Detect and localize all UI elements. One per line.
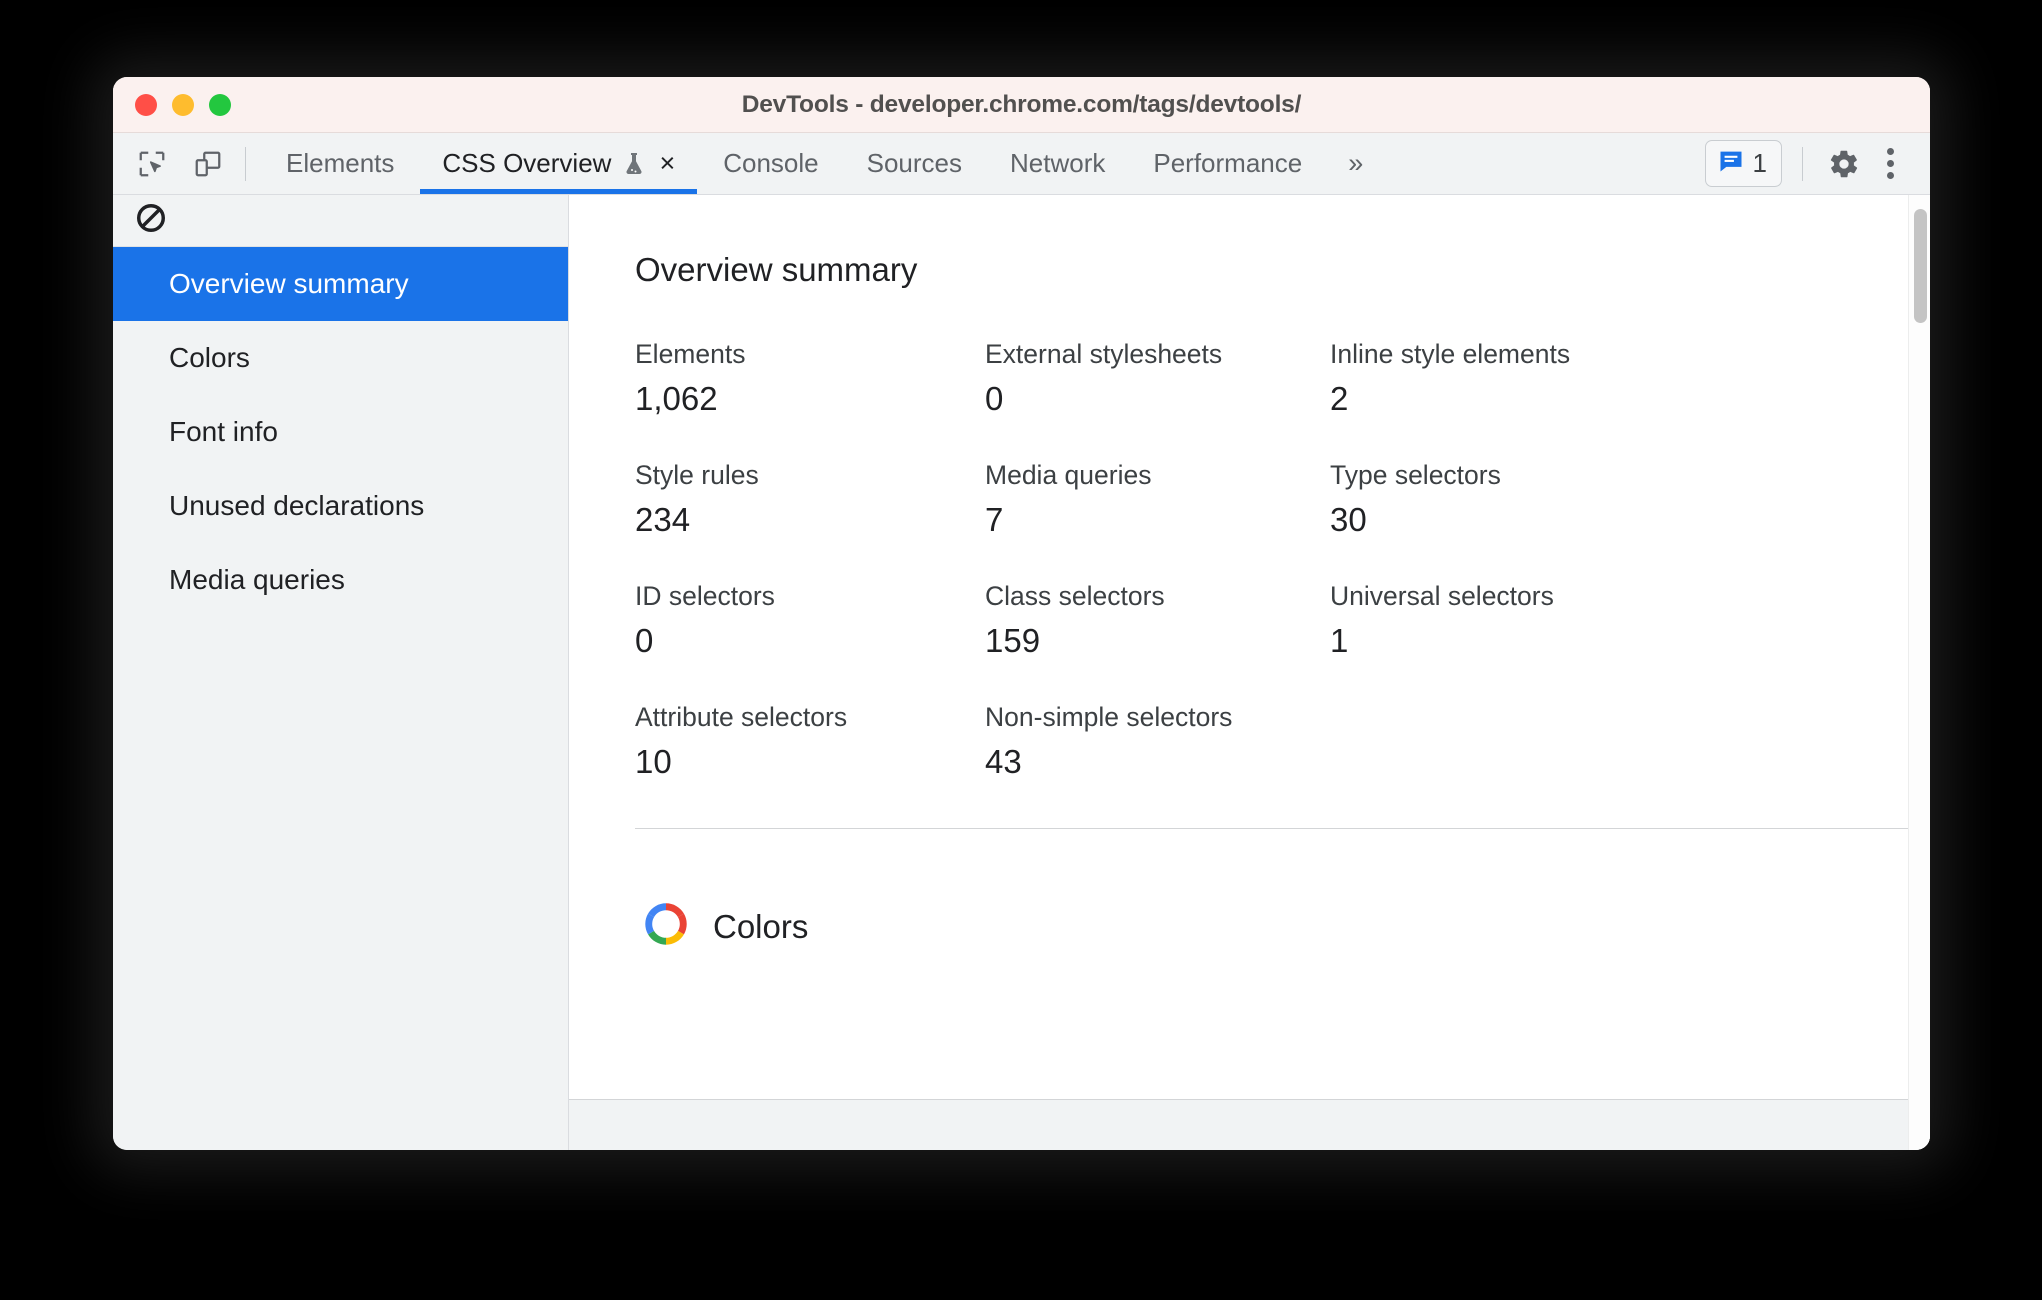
stat-item: Attribute selectors 10: [635, 702, 985, 781]
screenshot-root: DevTools - developer.chrome.com/tags/dev…: [0, 0, 2042, 1300]
sidebar-toolbar: [113, 195, 568, 247]
colors-section-header[interactable]: Colors: [635, 829, 1930, 952]
devtools-tabbar: Elements CSS Overview × Console Sources …: [113, 133, 1930, 195]
inspect-element-icon[interactable]: [131, 143, 173, 185]
page-title: Overview summary: [635, 251, 918, 288]
no-entry-icon[interactable]: [135, 202, 167, 239]
close-tab-icon[interactable]: ×: [659, 150, 675, 177]
window-titlebar: DevTools - developer.chrome.com/tags/dev…: [113, 77, 1930, 133]
toolbar-divider: [245, 146, 246, 181]
stat-label: Type selectors: [1330, 460, 1501, 490]
toolbar-right-icons: 1: [1704, 138, 1930, 189]
tab-label: Console: [723, 148, 819, 178]
sidebar-item-label: Colors: [169, 342, 250, 373]
stat-value: 7: [985, 501, 1004, 538]
stat-value: 159: [985, 622, 1041, 659]
panel-tabs: Elements CSS Overview × Console Sources …: [262, 133, 1383, 194]
console-messages-button[interactable]: 1: [1704, 140, 1782, 187]
stat-value: 2: [1330, 380, 1349, 417]
tab-console[interactable]: Console: [699, 133, 842, 194]
stat-label: Inline style elements: [1330, 339, 1571, 369]
tab-network[interactable]: Network: [986, 133, 1129, 194]
sidebar-item-font-info[interactable]: Font info: [113, 395, 568, 469]
stat-item: Non-simple selectors 43: [985, 702, 1330, 781]
stat-item: External stylesheets 0: [985, 339, 1330, 418]
stat-item-empty: [1330, 702, 1930, 781]
gear-icon[interactable]: [1823, 143, 1865, 185]
stat-value: 30: [1330, 501, 1367, 538]
summary-stat-grid: Elements 1,062 External stylesheets 0 In…: [635, 339, 1930, 781]
kebab-menu-icon[interactable]: [1869, 138, 1912, 189]
stat-label: External stylesheets: [985, 339, 1223, 369]
console-message-count: 1: [1752, 148, 1767, 178]
tab-label: Network: [1010, 148, 1106, 178]
stat-item: Inline style elements 2: [1330, 339, 1930, 418]
stat-label: Universal selectors: [1330, 581, 1554, 611]
stat-item: Universal selectors 1: [1330, 581, 1930, 660]
sidebar-item-label: Media queries: [169, 564, 345, 595]
sidebar-item-colors[interactable]: Colors: [113, 321, 568, 395]
sidebar-item-label: Font info: [169, 416, 278, 447]
stat-value: 1,062: [635, 380, 718, 417]
console-message-icon: [1717, 147, 1745, 180]
stat-label: Attribute selectors: [635, 702, 848, 732]
stat-item: Class selectors 159: [985, 581, 1330, 660]
content-scrollbar[interactable]: [1908, 195, 1930, 1150]
css-overview-sidebar: Overview summary Colors Font info Unused…: [113, 195, 569, 1150]
stat-item: Style rules 234: [635, 460, 985, 539]
stat-value: 0: [635, 622, 654, 659]
stat-label: Elements: [635, 339, 746, 369]
toolbar-right-divider: [1802, 146, 1803, 181]
stat-item: Media queries 7: [985, 460, 1330, 539]
stat-item: ID selectors 0: [635, 581, 985, 660]
stat-value: 0: [985, 380, 1004, 417]
colors-section-label: Colors: [713, 907, 809, 945]
stat-label: Non-simple selectors: [985, 702, 1233, 732]
stat-value: 1: [1330, 622, 1349, 659]
tab-sources[interactable]: Sources: [843, 133, 986, 194]
sidebar-item-unused-declarations[interactable]: Unused declarations: [113, 469, 568, 543]
drawer-area: [569, 1100, 1930, 1150]
devtools-body: Overview summary Colors Font info Unused…: [113, 195, 1930, 1150]
sidebar-items: Overview summary Colors Font info Unused…: [113, 247, 568, 617]
tab-css-overview[interactable]: CSS Overview ×: [418, 133, 699, 194]
css-overview-content: Overview summary Elements 1,062 External…: [569, 195, 1930, 1099]
sidebar-item-label: Overview summary: [169, 268, 409, 299]
scrollbar-thumb[interactable]: [1914, 209, 1927, 323]
window-title: DevTools - developer.chrome.com/tags/dev…: [741, 90, 1302, 118]
stat-item: Type selectors 30: [1330, 460, 1930, 539]
css-overview-content-wrap: Overview summary Elements 1,062 External…: [569, 195, 1930, 1150]
more-tabs-chevron-icon[interactable]: »: [1326, 148, 1383, 179]
stat-label: ID selectors: [635, 581, 775, 611]
device-toolbar-icon[interactable]: [187, 143, 229, 185]
toolbar-left-icons: [131, 143, 229, 185]
devtools-window: DevTools - developer.chrome.com/tags/dev…: [113, 77, 1930, 1150]
stat-value: 43: [985, 743, 1022, 780]
tab-label: CSS Overview: [442, 148, 612, 178]
tab-elements[interactable]: Elements: [262, 133, 418, 194]
tab-label: Sources: [866, 148, 963, 178]
tab-label: Elements: [286, 148, 395, 178]
stat-value: 10: [635, 743, 672, 780]
flask-icon: [622, 151, 646, 177]
stat-label: Style rules: [635, 460, 759, 490]
stat-label: Class selectors: [985, 581, 1165, 611]
stat-item: Elements 1,062: [635, 339, 985, 418]
tab-label: Performance: [1153, 148, 1303, 178]
sidebar-item-media-queries[interactable]: Media queries: [113, 543, 568, 617]
stat-label: Media queries: [985, 460, 1152, 490]
tab-performance[interactable]: Performance: [1129, 133, 1326, 194]
sidebar-item-label: Unused declarations: [169, 490, 425, 521]
color-wheel-icon: [643, 901, 689, 952]
stat-value: 234: [635, 501, 691, 538]
sidebar-item-overview-summary[interactable]: Overview summary: [113, 247, 568, 321]
